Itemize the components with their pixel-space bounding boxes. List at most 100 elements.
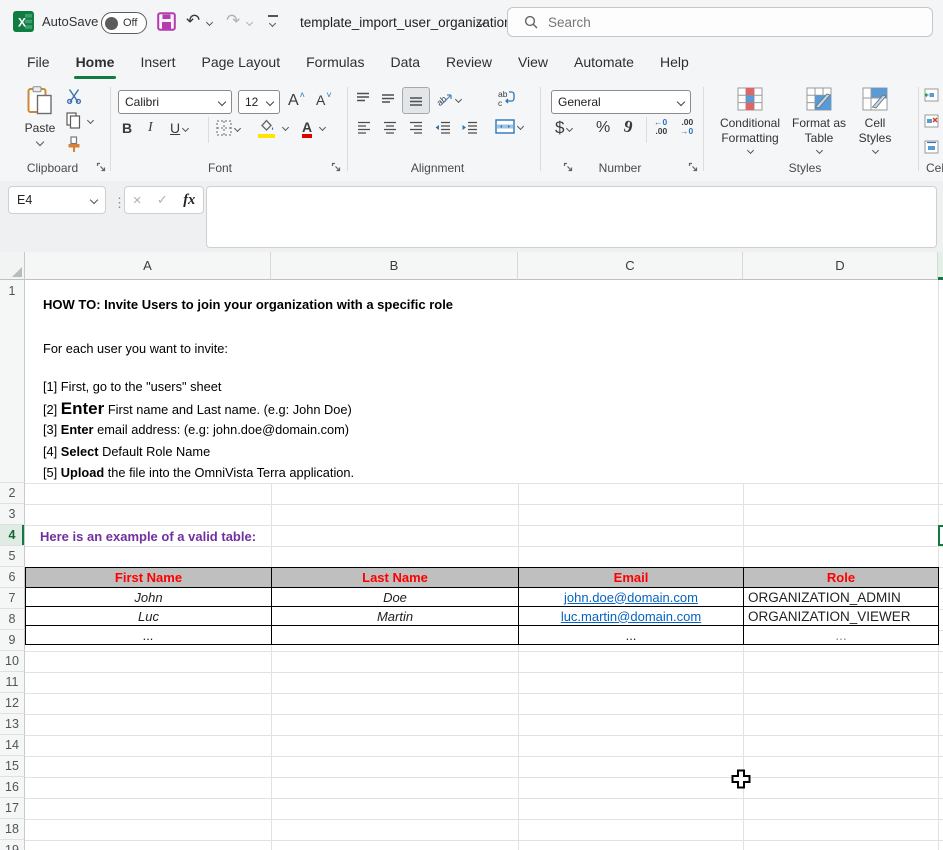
number-format-select[interactable]: General	[551, 90, 691, 114]
tab-review[interactable]: Review	[433, 47, 505, 77]
decrease-indent-icon[interactable]	[434, 121, 451, 134]
cancel-icon[interactable]: ×	[133, 192, 142, 209]
align-middle-icon[interactable]	[381, 92, 395, 105]
font-dialog-launcher[interactable]	[331, 162, 342, 173]
cell-first[interactable]: John	[26, 588, 272, 607]
formula-input[interactable]	[206, 186, 937, 248]
col-header-A[interactable]: A	[25, 252, 271, 280]
row-header-8[interactable]: 8	[0, 609, 25, 630]
save-icon[interactable]	[157, 12, 176, 31]
orientation-button[interactable]: ab	[437, 91, 461, 107]
select-all-button[interactable]	[0, 252, 25, 280]
email-link[interactable]: john.doe@domain.com	[564, 590, 698, 605]
tab-file[interactable]: File	[14, 47, 63, 77]
copy-chevron-icon[interactable]	[87, 117, 94, 124]
tab-data[interactable]: Data	[377, 47, 433, 77]
cell-styles-button[interactable]: Cell Styles	[849, 87, 901, 153]
paste-button[interactable]: Paste	[18, 86, 62, 145]
row-header-3[interactable]: 3	[0, 504, 25, 525]
format-cells-button[interactable]: Format	[924, 140, 943, 154]
row-header-6[interactable]: 6	[0, 567, 25, 588]
header-first-name[interactable]: First Name	[26, 568, 272, 588]
font-name-select[interactable]: Calibri	[118, 90, 232, 114]
row-header-4[interactable]: 4	[0, 525, 25, 546]
shrink-font-button[interactable]: A ˅	[316, 92, 334, 108]
row-header-7[interactable]: 7	[0, 588, 25, 609]
align-top-icon[interactable]	[356, 92, 370, 105]
cell-email[interactable]: john.doe@domain.com	[519, 588, 744, 607]
format-as-table-button[interactable]: Format as Table	[789, 87, 849, 153]
row-header-11[interactable]: 11	[0, 672, 25, 693]
tab-insert[interactable]: Insert	[127, 47, 188, 77]
font-color-button[interactable]: A	[302, 119, 325, 135]
row-header-14[interactable]: 14	[0, 735, 25, 756]
cell-role[interactable]: ORGANIZATION_VIEWER	[744, 607, 939, 626]
bold-button[interactable]: B	[122, 120, 132, 136]
cell-role[interactable]: ...	[744, 626, 939, 645]
cut-icon[interactable]	[66, 88, 82, 104]
example-caption[interactable]: Here is an example of a valid table:	[40, 526, 256, 547]
align-right-icon[interactable]	[409, 121, 423, 134]
decrease-decimal-button[interactable]: .00 →0	[680, 118, 693, 137]
merge-center-button[interactable]	[495, 119, 523, 134]
increase-decimal-button[interactable]: ←0 .00	[654, 118, 667, 137]
col-header-B[interactable]: B	[271, 252, 518, 280]
tab-home[interactable]: Home	[63, 47, 128, 77]
insert-function-icon[interactable]: fx	[183, 192, 195, 209]
row-header-5[interactable]: 5	[0, 546, 25, 567]
row-header-12[interactable]: 12	[0, 693, 25, 714]
qat-overflow-icon[interactable]	[268, 15, 278, 17]
delete-cells-button[interactable]: Delete	[924, 114, 943, 128]
enter-icon[interactable]: ✓	[157, 192, 168, 208]
copy-icon[interactable]	[66, 112, 81, 129]
howto-title[interactable]: HOW TO: Invite Users to join your organi…	[43, 297, 453, 312]
cell-email[interactable]: luc.martin@domain.com	[519, 607, 744, 626]
align-center-icon[interactable]	[383, 121, 397, 134]
undo-icon[interactable]: ↶	[186, 12, 200, 29]
cell-last[interactable]: Martin	[272, 607, 519, 626]
instruction-steps[interactable]: [1] First, go to the "users" sheet[2] En…	[43, 376, 354, 484]
percent-button[interactable]: %	[596, 119, 610, 137]
row-header-17[interactable]: 17	[0, 798, 25, 819]
redo-icon[interactable]: ↷	[226, 12, 240, 29]
col-header-D[interactable]: D	[743, 252, 938, 280]
row-header-13[interactable]: 13	[0, 714, 25, 735]
currency-button[interactable]: $	[555, 118, 572, 138]
cell-last[interactable]	[272, 626, 519, 645]
cell-last[interactable]: Doe	[272, 588, 519, 607]
italic-button[interactable]: I	[148, 120, 153, 136]
redo-chevron-icon[interactable]	[246, 19, 253, 26]
search-input[interactable]: Search	[507, 7, 933, 37]
row-header-2[interactable]: 2	[0, 483, 25, 504]
name-box[interactable]: E4	[8, 186, 106, 214]
increase-indent-icon[interactable]	[461, 121, 478, 134]
row-header-15[interactable]: 15	[0, 756, 25, 777]
cell-first[interactable]: Luc	[26, 607, 272, 626]
align-bottom-button-selected[interactable]	[402, 87, 430, 114]
format-painter-icon[interactable]	[66, 136, 82, 153]
cell-first[interactable]: ...	[26, 626, 272, 645]
qat-overflow-chevron-icon[interactable]	[269, 20, 276, 27]
tab-page-layout[interactable]: Page Layout	[188, 47, 293, 77]
howto-intro[interactable]: For each user you want to invite:	[43, 341, 228, 356]
conditional-formatting-button[interactable]: Conditional Formatting	[711, 87, 789, 153]
insert-cells-button[interactable]: Insert	[924, 88, 943, 102]
row-header-16[interactable]: 16	[0, 777, 25, 798]
font-size-select[interactable]: 12	[238, 90, 280, 114]
cell-email[interactable]: ...	[519, 626, 744, 645]
header-last-name[interactable]: Last Name	[272, 568, 519, 588]
row-header-19[interactable]: 19	[0, 840, 25, 850]
autosave-toggle[interactable]: Off	[101, 12, 147, 34]
tab-formulas[interactable]: Formulas	[293, 47, 377, 77]
col-header-E[interactable]	[938, 252, 943, 280]
wrap-text-icon[interactable]: ab c	[497, 89, 515, 107]
undo-chevron-icon[interactable]	[206, 19, 213, 26]
header-email[interactable]: Email	[519, 568, 744, 588]
comma-style-button[interactable]: 9	[624, 117, 633, 137]
row-header-10[interactable]: 10	[0, 651, 25, 672]
tab-automate[interactable]: Automate	[561, 47, 647, 77]
row-header-9[interactable]: 9	[0, 630, 25, 651]
row-header-18[interactable]: 18	[0, 819, 25, 840]
row-header-1[interactable]: 1	[0, 280, 25, 483]
fill-color-button[interactable]	[258, 119, 288, 135]
